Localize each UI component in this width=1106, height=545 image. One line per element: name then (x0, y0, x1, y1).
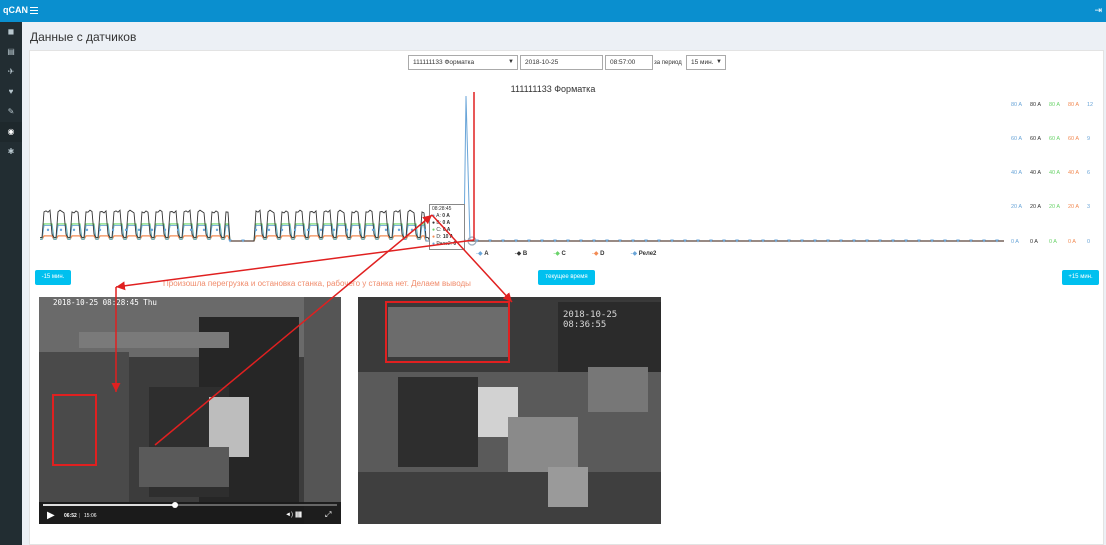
time-separator: | (79, 513, 81, 519)
chart-legend: -◆ A -◆ B -◆ C -◆ D -◆ Реле2 (476, 250, 656, 257)
video-controls: ▶ 06:52 | 15:06 ◄) ||||||||||| ⤢ (39, 502, 341, 524)
tooltip-time: 08:28:45 (432, 206, 452, 212)
sidebar-rocket-icon[interactable]: ✈ (0, 62, 22, 82)
tooltip-row: ● Реле2: 0 (432, 241, 462, 248)
tooltip-label: Реле2: (436, 241, 454, 247)
sidebar-cogs-icon[interactable]: ✱ (0, 142, 22, 162)
page-title: Данные с датчиков (30, 30, 137, 44)
sidebar-document-icon[interactable]: ▤ (0, 42, 22, 62)
video-frame-2 (358, 297, 661, 524)
tooltip-row: ● D: 10 A (432, 234, 462, 241)
play-icon[interactable]: ▶ (47, 510, 55, 521)
legend-label: A (484, 251, 489, 257)
tooltip-row: ● C: 0 A (432, 227, 462, 234)
legend-marker-icon: -◆ (630, 251, 639, 257)
logout-icon[interactable]: ⇥ (1094, 5, 1102, 16)
hamburger-menu-icon[interactable] (30, 7, 38, 14)
date-input[interactable]: 2018-10-25 (520, 55, 603, 70)
video-progress-bar[interactable] (43, 502, 337, 508)
legend-item[interactable]: -◆ D (592, 251, 605, 257)
video-progress-fill (43, 504, 176, 506)
quality-icon[interactable]: ||||||||||| (295, 512, 302, 518)
sidebar-wrench-icon[interactable]: ✎ (0, 102, 22, 122)
legend-label: Реле2 (638, 251, 657, 257)
video-timestamp: 2018-10-25 08:28:45 Thu (53, 298, 157, 307)
video-player-1[interactable]: 2018-10-25 08:28:45 Thu ▶ 06:52 | 15:06 … (39, 297, 341, 524)
chart-title: 111111133 Форматка (510, 84, 596, 94)
dropdown-caret-icon: ▼ (716, 59, 722, 65)
tooltip-row: ● A: 0 A (432, 213, 462, 220)
fullscreen-icon[interactable]: ⤢ (325, 510, 331, 520)
top-navbar: qCAN ⇥ (0, 0, 1106, 22)
app-logo[interactable]: qCAN (3, 5, 28, 15)
legend-label: D (600, 251, 605, 257)
legend-label: C (561, 251, 566, 257)
period-label: за период (654, 60, 682, 66)
legend-item[interactable]: -◆ Реле2 (631, 251, 657, 257)
tooltip-value: 0 A (442, 220, 451, 226)
video-current-time: 06:52 (64, 513, 77, 519)
plus-15-button[interactable]: +15 мин. (1062, 270, 1099, 285)
legend-item[interactable]: -◆ A (476, 251, 489, 257)
tooltip-value: 0 (453, 241, 457, 247)
current-time-button[interactable]: текущее время (538, 270, 595, 285)
period-select[interactable]: 15 мин. ▼ (686, 55, 726, 70)
sidebar: ◼ ▤ ✈ ♥ ✎ ◉ ✱ (0, 22, 22, 545)
legend-marker-icon: -◆ (514, 251, 523, 257)
video-frame-1 (39, 297, 341, 524)
minus-15-button[interactable]: -15 мин. (35, 270, 71, 285)
tooltip-value: 10 A (442, 234, 454, 240)
sidebar-eye-icon[interactable]: ◉ (0, 122, 22, 142)
dropdown-caret-icon: ▼ (508, 59, 514, 65)
legend-item[interactable]: -◆ B (515, 251, 528, 257)
video-progress-handle[interactable] (172, 502, 179, 508)
annotation-text: Произошла перегрузка и остановка станка,… (163, 279, 471, 288)
legend-label: B (522, 251, 528, 257)
chart-tooltip: 08:28:45 ● A: 0 A ● B: 0 A ● C: 0 A ● D: 10… (429, 204, 465, 250)
video-timestamp: 2018-10-25 08:36:55 (563, 310, 618, 330)
legend-marker-icon: -◆ (553, 251, 562, 257)
time-input[interactable]: 08:57:00 (605, 55, 653, 70)
sidebar-dashboard-icon[interactable]: ◼ (0, 22, 22, 42)
tooltip-value: 0 A (442, 213, 450, 219)
tooltip-row: ● B: 0 A (432, 220, 462, 227)
video-total-time: 15:06 (84, 513, 97, 519)
device-select[interactable]: 111111133 Форматка ▼ (408, 55, 518, 70)
tooltip-value: 0 A (442, 227, 451, 233)
legend-item[interactable]: -◆ C (553, 251, 566, 257)
video-player-2[interactable]: 2018-10-25 08:36:55 (358, 297, 661, 524)
legend-marker-icon: -◆ (591, 251, 601, 257)
volume-icon[interactable]: ◄) (285, 512, 293, 518)
